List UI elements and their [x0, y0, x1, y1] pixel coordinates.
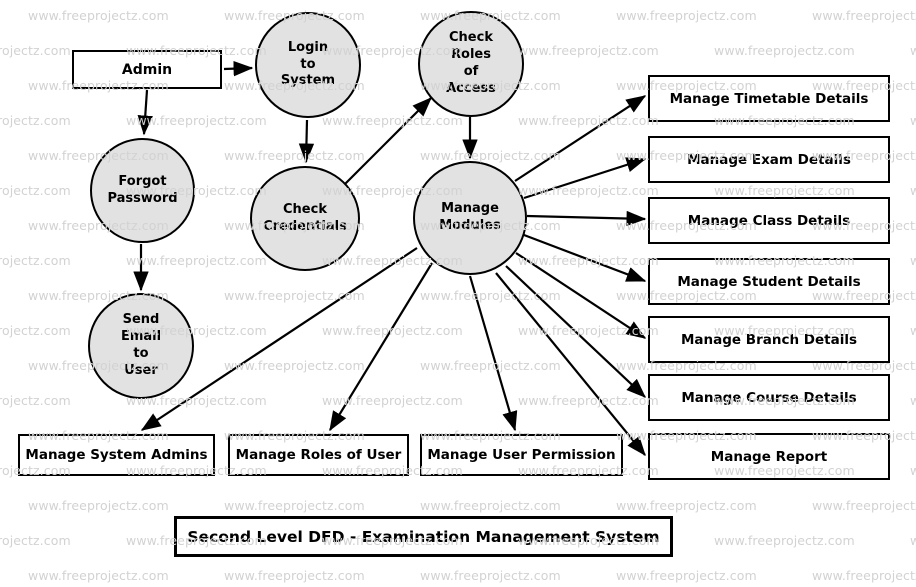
process-check-credentials-label: Check Credentials — [263, 201, 347, 234]
module-box-manage-system-admins[interactable]: Manage System Admins — [18, 434, 215, 476]
entity-admin-label: Admin — [121, 61, 173, 78]
module-label: Manage Report — [710, 448, 828, 465]
module-box-manage-user-permission[interactable]: Manage User Permission — [420, 434, 623, 476]
diagram-title: Second Level DFD - Examination Managemen… — [187, 527, 660, 546]
dfd-diagram-canvas: Admin Login to System Check Roles of Acc… — [0, 0, 916, 587]
diagram-title-box: Second Level DFD - Examination Managemen… — [174, 516, 673, 557]
process-manage-modules-label: Manage Modules — [439, 201, 501, 233]
module-box-manage-timetable-details[interactable]: Manage Timetable Details — [648, 75, 890, 122]
module-label: Manage Student Details — [677, 273, 861, 290]
module-box-manage-course-details[interactable]: Manage Course Details — [648, 374, 890, 421]
module-label: Manage Timetable Details — [669, 90, 869, 107]
process-check-roles-of-access[interactable]: Check Roles of Access — [418, 11, 524, 117]
process-check-credentials[interactable]: Check Credentials — [250, 166, 360, 271]
module-box-manage-roles-of-user[interactable]: Manage Roles of User — [228, 434, 409, 476]
module-label: Manage Roles of User — [235, 447, 402, 463]
process-manage-modules[interactable]: Manage Modules — [413, 161, 527, 275]
process-forgot-password[interactable]: Forgot Password — [90, 138, 195, 243]
module-label: Manage Branch Details — [681, 331, 857, 348]
module-label: Manage User Permission — [427, 447, 616, 463]
module-box-manage-student-details[interactable]: Manage Student Details — [648, 258, 890, 305]
module-label: Manage Course Details — [681, 389, 857, 406]
module-box-manage-exam-details[interactable]: Manage Exam Details — [648, 136, 890, 183]
entity-admin[interactable]: Admin — [72, 50, 222, 89]
process-login-to-system-label: Login to System — [280, 39, 336, 89]
diagram-nodes: Admin Login to System Check Roles of Acc… — [0, 0, 916, 587]
process-send-email-to-user-label: Send Email to User — [120, 312, 162, 378]
module-label: Manage Exam Details — [687, 151, 851, 168]
module-box-manage-report[interactable]: Manage Report — [648, 433, 890, 480]
process-check-roles-of-access-label: Check Roles of Access — [446, 30, 496, 96]
module-box-manage-branch-details[interactable]: Manage Branch Details — [648, 316, 890, 363]
process-send-email-to-user[interactable]: Send Email to User — [88, 293, 194, 399]
process-forgot-password-label: Forgot Password — [107, 173, 178, 206]
module-box-manage-class-details[interactable]: Manage Class Details — [648, 197, 890, 244]
process-login-to-system[interactable]: Login to System — [255, 12, 361, 118]
module-label: Manage System Admins — [25, 447, 208, 463]
module-label: Manage Class Details — [687, 212, 851, 229]
